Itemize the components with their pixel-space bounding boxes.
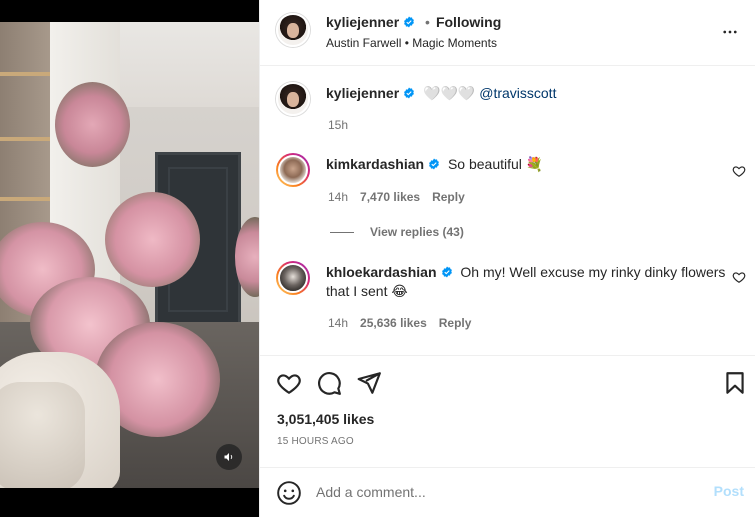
audio-artist: Austin Farwell [326,36,402,50]
speaker-icon [224,453,233,461]
commenter-avatar[interactable] [276,153,310,187]
verified-badge-icon [404,16,415,28]
heart-outline-icon[interactable] [276,370,302,396]
verified-badge-icon [441,266,452,278]
bookmark-icon[interactable] [722,370,748,396]
more-horizontal-icon [723,30,737,34]
smiley-icon[interactable] [276,480,302,506]
verified-badge-icon [429,158,440,170]
more-options-button[interactable] [720,22,740,42]
instagram-post-modal: kyliejenner • Following Austin Farwell • … [0,0,755,517]
verified-badge-icon [404,87,415,99]
comment-likes[interactable]: 7,470 likes [360,190,420,204]
like-comment-heart-icon[interactable] [732,270,746,284]
comment: kimkardashian So beautiful 💐 [326,155,543,174]
caption-avatar[interactable] [276,82,310,116]
add-comment-bar: Post [260,467,755,517]
following-button[interactable]: Following [436,14,501,30]
post-media[interactable] [0,0,259,517]
commenter-avatar[interactable] [276,261,310,295]
comments-section: kyliejenner 🤍🤍🤍 @travisscott 15h kimkard… [260,67,755,355]
likes-count[interactable]: 3,051,405 likes [277,411,374,427]
view-replies-label: View replies (43) [370,225,464,239]
audio-line[interactable]: Austin Farwell • Magic Moments [326,36,497,50]
flower-cluster [105,192,200,287]
sound-toggle-button[interactable] [216,444,242,470]
avatar[interactable] [276,13,310,47]
like-comment-heart-icon[interactable] [732,164,746,178]
comment-text: So beautiful 💐 [447,156,544,172]
reply-button[interactable]: Reply [432,190,465,204]
caption-text: 🤍🤍🤍 [423,85,476,101]
comment-meta: 14h 25,636 likes Reply [328,316,471,330]
post-header: kyliejenner • Following Austin Farwell • … [260,0,755,66]
video-frame [0,22,259,488]
comment-meta: 14h 7,470 likes Reply [328,190,465,204]
caption: kyliejenner 🤍🤍🤍 @travisscott [326,84,556,103]
comment-username[interactable]: kimkardashian [326,156,424,172]
separator-dot: • [425,14,430,30]
post-actions: 3,051,405 likes 15 HOURS AGO [260,355,755,467]
comment-username[interactable]: khloekardashian [326,264,437,280]
paper-plane-icon[interactable] [356,370,382,396]
caption-meta: 15h [328,118,348,132]
comment-likes[interactable]: 25,636 likes [360,316,427,330]
view-replies-button[interactable]: View replies (43) [330,225,464,239]
comment: khloekardashian Oh my! Well excuse my ri… [326,263,726,301]
post-comment-button[interactable]: Post [714,483,744,499]
comment-time[interactable]: 14h [328,190,348,204]
post-details-panel: kyliejenner • Following Austin Farwell • … [259,0,755,517]
caption-mention-link[interactable]: @travisscott [479,85,556,101]
comment-time[interactable]: 14h [328,316,348,330]
caption-time[interactable]: 15h [328,118,348,132]
audio-title: Magic Moments [412,36,497,50]
reply-button[interactable]: Reply [439,316,472,330]
posted-time[interactable]: 15 HOURS AGO [277,436,354,447]
flower-cluster [55,82,130,167]
caption-username[interactable]: kyliejenner [326,85,399,101]
author-line: kyliejenner • Following [326,14,501,30]
comment-bubble-icon[interactable] [316,370,342,396]
author-username[interactable]: kyliejenner [326,14,399,30]
divider-line [330,231,354,233]
comment-input[interactable] [316,480,696,504]
audio-dot: • [404,36,409,50]
